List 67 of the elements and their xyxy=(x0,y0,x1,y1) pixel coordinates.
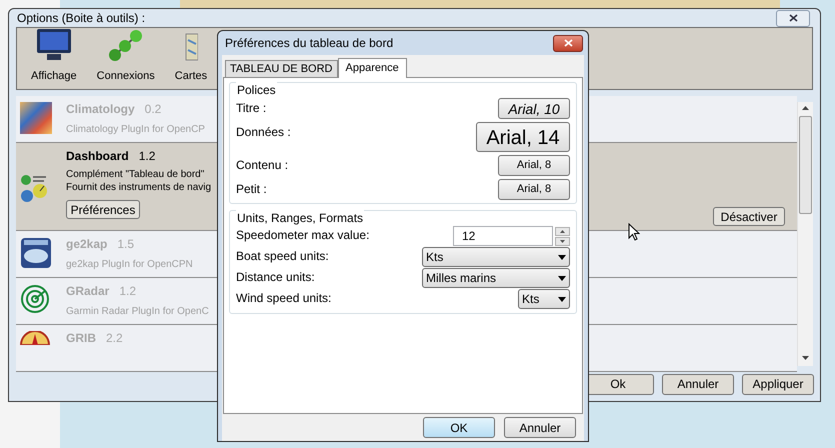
plugin-description: Climatology PlugIn for OpenCP xyxy=(66,122,205,136)
caret-icon xyxy=(558,276,566,280)
close-button[interactable] xyxy=(553,34,583,52)
font-button[interactable]: Arial, 8 xyxy=(498,179,570,200)
field-label: Données : xyxy=(236,124,291,141)
field-label: Speedometer max value: xyxy=(236,227,370,244)
font-button[interactable]: Arial, 10 xyxy=(498,98,570,119)
field-label: Wind speed units: xyxy=(236,290,332,307)
network-nodes-icon xyxy=(108,28,144,62)
dropdown[interactable]: Milles marins xyxy=(422,268,570,288)
compass-icon xyxy=(20,330,50,344)
font-button[interactable]: Arial, 8 xyxy=(498,155,570,176)
toolbar-item[interactable]: Connexions xyxy=(96,28,155,84)
tab[interactable]: Apparence xyxy=(338,58,407,78)
spin-buttons[interactable] xyxy=(555,226,570,246)
field-label: Petit : xyxy=(236,181,267,198)
up-arrow-icon xyxy=(560,230,565,232)
scrollbar[interactable] xyxy=(797,102,813,366)
plugin-name: Dashboard xyxy=(66,148,129,164)
plugin-name: GRadar xyxy=(66,282,110,300)
number-field[interactable]: 12 xyxy=(453,226,553,246)
plugin-name: GRIB xyxy=(66,330,96,346)
close-icon xyxy=(564,39,572,47)
map-icon xyxy=(184,32,198,62)
plugin-name: ge2kap xyxy=(66,236,108,252)
toolbar-item[interactable]: Cartes xyxy=(174,32,208,84)
plugin-version: 2.2 xyxy=(106,330,123,346)
close-icon xyxy=(788,14,798,22)
field-label: Boat speed units: xyxy=(236,248,329,265)
plugin-description: ge2kap PlugIn for OpenCPN xyxy=(66,258,193,270)
plugin-version: 1.5 xyxy=(117,236,134,252)
group-title: Units, Ranges, Formats xyxy=(236,209,364,227)
plugin-version: 0.2 xyxy=(144,100,162,118)
close-button[interactable] xyxy=(776,10,810,26)
font-button[interactable]: Arial, 14 xyxy=(476,122,570,152)
scroll-thumb[interactable] xyxy=(799,116,812,214)
plugin-name: Climatology xyxy=(66,100,135,118)
dialog-title: Préférences du tableau de bord xyxy=(225,35,394,52)
radar-icon xyxy=(20,284,50,314)
toolbar-item[interactable]: Affichage xyxy=(31,28,77,84)
down-arrow-icon xyxy=(560,240,565,242)
field-label: Contenu : xyxy=(236,157,288,174)
dialog-button[interactable]: Annuler xyxy=(504,417,576,438)
plugin-description: Complément "Tableau de bord" xyxy=(66,168,206,180)
caret-icon xyxy=(558,254,566,260)
globe-chart-icon xyxy=(20,236,52,268)
field-label: Titre : xyxy=(236,100,266,117)
weather-map-thumbnail xyxy=(20,102,52,134)
dialog-button[interactable]: OK xyxy=(423,417,495,438)
dropdown[interactable]: Kts xyxy=(518,289,570,309)
tab[interactable]: TABLEAU DE BORD xyxy=(225,60,338,77)
monitor-icon xyxy=(36,28,72,62)
mouse-cursor-icon xyxy=(628,223,640,241)
plugin-description: Fournit des instruments de navig xyxy=(66,180,212,194)
window-title: Options (Boite à outils) : xyxy=(17,10,146,27)
dialog-button[interactable]: Annuler xyxy=(662,374,734,395)
preferences-button[interactable]: Préférences xyxy=(66,200,140,218)
scroll-up-icon xyxy=(802,106,809,110)
plugin-version: 1.2 xyxy=(119,282,136,300)
caret-icon xyxy=(558,296,566,302)
field-label: Distance units: xyxy=(236,269,315,286)
dropdown[interactable]: Kts xyxy=(422,247,570,267)
plugin-description: Garmin Radar PlugIn for OpenC xyxy=(66,304,209,318)
deactivate-button[interactable]: Désactiver xyxy=(713,206,785,226)
plugin-version: 1.2 xyxy=(138,148,156,164)
scroll-down-icon xyxy=(802,356,809,360)
dialog-button[interactable]: Appliquer xyxy=(742,374,814,395)
